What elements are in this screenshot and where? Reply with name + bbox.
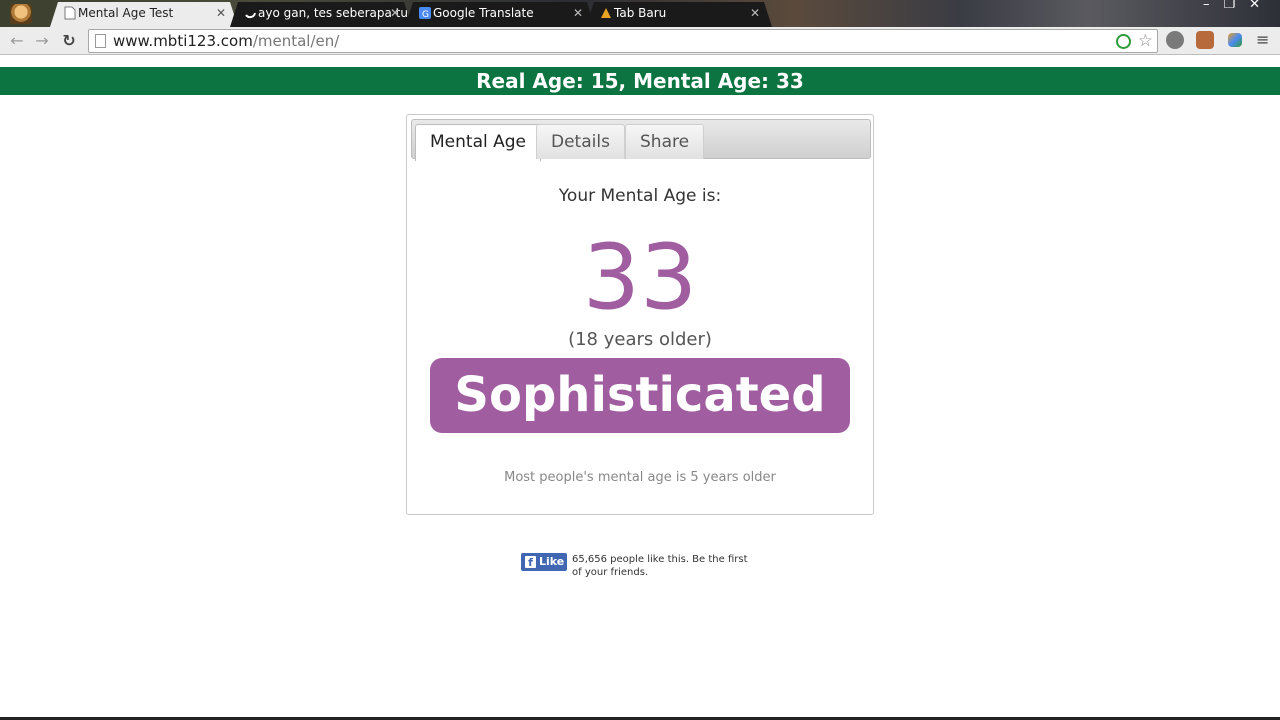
- mental-age-number: 33: [582, 225, 698, 330]
- reload-icon[interactable]: ↻: [58, 30, 80, 52]
- close-tab-icon[interactable]: ✕: [750, 2, 760, 24]
- footnote: Most people's mental age is 5 years olde…: [504, 470, 776, 485]
- back-icon[interactable]: ←: [6, 30, 28, 52]
- browser-tab-mental-age[interactable]: Mental Age Test ✕: [50, 2, 238, 27]
- browser-tab-new[interactable]: Tab Baru ✕: [586, 2, 772, 27]
- result-label: Your Mental Age is:: [558, 186, 722, 206]
- minimize-icon[interactable]: –: [1203, 0, 1224, 12]
- close-window-icon[interactable]: ✕: [1249, 0, 1274, 12]
- tab-title: Tab Baru: [614, 6, 667, 20]
- browser-tab-strip: Mental Age Test ✕ ayo gan, tes seberapa …: [0, 0, 1280, 27]
- tab-title: Google Translate: [433, 6, 534, 20]
- browser-tab-google-translate[interactable]: G Google Translate ✕: [405, 2, 595, 27]
- browser-tab-ayo-gan[interactable]: ayo gan, tes seberapa tua ✕: [230, 2, 412, 27]
- url-text[interactable]: www.mbti123.com/mental/en/: [113, 32, 339, 50]
- page-icon: [64, 6, 76, 20]
- loading-spinner-icon: [244, 6, 256, 20]
- extension-icon[interactable]: [1228, 33, 1242, 47]
- category-badge: Sophisticated: [430, 358, 850, 433]
- extension-face-icon[interactable]: [1166, 31, 1184, 49]
- browser-toolbar: ← → ↻ www.mbti123.com/mental/en/ ☆: [0, 27, 1280, 55]
- bookmark-star-icon[interactable]: ☆: [1138, 30, 1153, 52]
- like-label: Like: [539, 555, 565, 568]
- maximize-icon[interactable]: ❐: [1223, 0, 1249, 12]
- profile-avatar-icon[interactable]: [10, 4, 32, 24]
- age-difference: (18 years older): [568, 329, 712, 350]
- page-info-icon[interactable]: [95, 34, 106, 48]
- verified-check-icon[interactable]: [1116, 34, 1131, 49]
- tab-title: ayo gan, tes seberapa tua: [258, 6, 412, 20]
- tab-share[interactable]: Share: [625, 124, 705, 159]
- window-controls: –❐✕: [1203, 0, 1274, 12]
- result-card: Mental Age Details Share Your Mental Age…: [406, 114, 874, 515]
- forward-icon[interactable]: →: [31, 30, 53, 52]
- tab-details[interactable]: Details: [536, 124, 625, 159]
- svg-text:G: G: [422, 10, 429, 20]
- close-tab-icon[interactable]: ✕: [573, 2, 583, 24]
- address-bar[interactable]: www.mbti123.com/mental/en/ ☆: [88, 29, 1158, 53]
- new-tab-icon: [600, 6, 612, 20]
- facebook-like-button[interactable]: f Like: [521, 553, 567, 571]
- facebook-icon: f: [525, 556, 536, 569]
- facebook-like-count: 65,656 people like this. Be the first of…: [572, 554, 748, 578]
- tab-title: Mental Age Test: [78, 6, 174, 20]
- age-summary-banner: Real Age: 15, Mental Age: 33: [0, 67, 1280, 95]
- translate-icon: G: [419, 6, 431, 20]
- instagram-extension-icon[interactable]: [1196, 31, 1214, 49]
- tab-mental-age[interactable]: Mental Age: [415, 124, 541, 161]
- menu-icon[interactable]: ≡: [1256, 30, 1269, 50]
- result-tabs: Mental Age Details Share: [411, 119, 871, 161]
- close-tab-icon[interactable]: ✕: [216, 2, 226, 24]
- close-tab-icon[interactable]: ✕: [390, 2, 400, 24]
